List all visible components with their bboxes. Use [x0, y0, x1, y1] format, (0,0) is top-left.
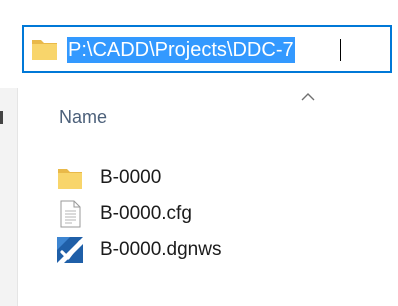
file-name: B-0000: [100, 167, 162, 188]
microstation-workspace-icon: [55, 235, 85, 265]
list-item-folder[interactable]: B-0000: [55, 160, 385, 196]
list-item-cfg-file[interactable]: B-0000.cfg: [55, 196, 385, 232]
list-item-dgnws-file[interactable]: B-0000.dgnws: [55, 232, 385, 268]
column-header-name[interactable]: Name: [59, 107, 107, 128]
file-list: B-0000 B-0000.cfg B-0000.dgnws: [55, 160, 385, 268]
address-bar[interactable]: P:\CADD\Projects\DDC-7: [22, 25, 392, 73]
sort-ascending-icon: [298, 90, 318, 102]
file-name: B-0000.dgnws: [100, 239, 222, 260]
file-name: B-0000.cfg: [100, 203, 192, 224]
address-path-text[interactable]: P:\CADD\Projects\DDC-7: [67, 37, 295, 63]
folder-icon: [31, 36, 58, 62]
text-caret: [340, 39, 341, 61]
file-explorer-window: P:\CADD\Projects\DDC-7 Name B-0000 B-000…: [0, 0, 398, 306]
folder-icon: [55, 163, 85, 193]
navigation-pane-marker: [0, 111, 3, 124]
text-file-icon: [55, 199, 85, 229]
